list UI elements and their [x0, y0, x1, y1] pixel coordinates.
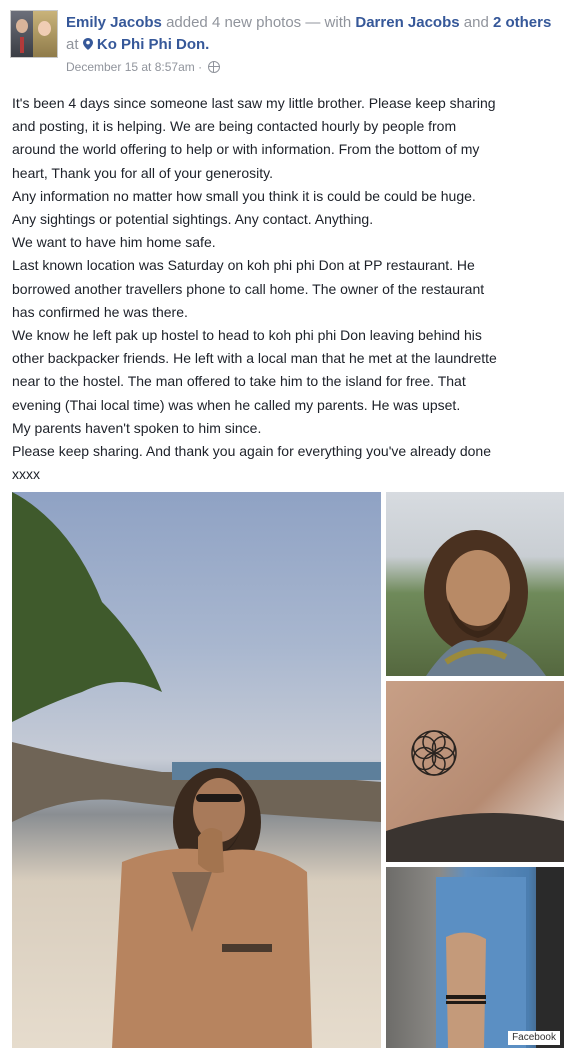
post-body-line: Please keep sharing. And thank you again… — [12, 443, 491, 460]
post-body-line: We want to have him home safe. — [12, 234, 216, 251]
post-body-line: Last known location was Saturday on koh … — [12, 257, 475, 274]
photo-top-right[interactable] — [386, 492, 564, 676]
photo-bottom-right[interactable] — [386, 867, 564, 1048]
post-body-line: Any information no matter how small you … — [12, 187, 476, 204]
profile-avatar[interactable] — [10, 10, 58, 58]
arm-bracelet-image — [436, 867, 564, 1048]
timestamp-text: December 15 at 8:57am · — [66, 60, 203, 74]
post-body-line: around the world offering to help or wit… — [12, 141, 480, 158]
post-body-line: evening (Thai local time) was when he ca… — [12, 396, 461, 413]
post-body-line: near to the hostel. The man offered to t… — [12, 373, 466, 390]
photo-grid: Facebook — [12, 492, 564, 1048]
post-body-line: other backpacker friends. He left with a… — [12, 350, 497, 367]
avatar-person-right — [33, 11, 57, 57]
bearded-man-selfie-image — [424, 530, 546, 676]
avatar-person-left — [11, 11, 33, 57]
flower-of-life-tattoo-image — [386, 730, 564, 862]
post-body-line: It's been 4 days since someone last saw … — [12, 95, 496, 111]
others-link[interactable]: 2 others — [493, 14, 551, 31]
photo-middle-right[interactable] — [386, 681, 564, 862]
post-body-line: and posting, it is helping. We are being… — [12, 118, 457, 135]
post-timestamp[interactable]: December 15 at 8:57am · — [66, 60, 221, 74]
location-pin-icon — [82, 38, 93, 50]
author-name-link[interactable]: Emily Jacobs — [66, 14, 162, 31]
post-body-line: Any sightings or potential sightings. An… — [12, 211, 374, 228]
post-body-line: xxxx — [12, 466, 40, 483]
post-body-line: We know he left pak up hostel to head to… — [12, 327, 482, 344]
watermark-label: Facebook — [508, 1031, 560, 1045]
post-body-line: My parents haven't spoken to him since. — [12, 419, 262, 436]
post-body-line: borrowed another travellers phone to cal… — [12, 280, 485, 297]
at-text: at — [66, 36, 79, 53]
post-body: It's been 4 days since someone last saw … — [12, 92, 562, 486]
tagged-person-link[interactable]: Darren Jacobs — [355, 14, 459, 31]
with-text: — with — [305, 14, 352, 31]
globe-privacy-icon[interactable] — [208, 61, 221, 73]
post-header: Emily Jacobs added 4 new photos — with D… — [10, 10, 560, 80]
post-headline: Emily Jacobs added 4 new photos — with D… — [66, 12, 556, 56]
location-link[interactable]: Ko Phi Phi Don. — [97, 36, 210, 53]
post-body-line: heart, Thank you for all of your generos… — [12, 164, 273, 181]
others-joiner-text: and — [463, 14, 489, 31]
post-body-line: has confirmed he was there. — [12, 303, 188, 320]
man-on-beach-image — [12, 492, 381, 1048]
post-action-text: added 4 new photos — [166, 14, 302, 31]
photo-main[interactable] — [12, 492, 381, 1048]
